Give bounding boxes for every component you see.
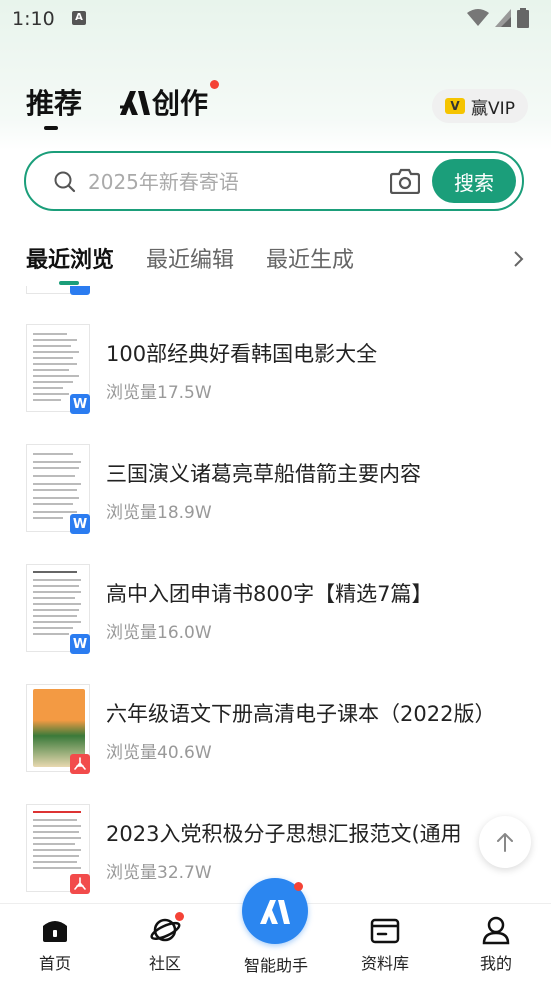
nav-library[interactable]: 资料库 (345, 904, 425, 974)
notification-dot (175, 912, 184, 921)
ai-logo-icon (120, 91, 151, 115)
document-views: 浏览量18.9W (106, 503, 212, 523)
nav-community-label: 社区 (148, 954, 181, 973)
document-title: 100部经典好看韩国电影大全 (106, 342, 378, 366)
folder-icon (369, 914, 401, 946)
word-doc-icon: W (70, 394, 90, 414)
nav-ai-assistant[interactable]: 智能助手 (236, 948, 316, 976)
search-icon (54, 171, 76, 193)
list-item[interactable]: W 100部经典好看韩国电影大全 浏览量17.5W (0, 324, 551, 424)
profile-icon (480, 914, 512, 946)
tab-recommend[interactable]: 推荐 (26, 82, 83, 130)
nav-profile-label: 我的 (479, 954, 512, 973)
notification-dot (294, 882, 303, 891)
signal-icon (495, 9, 511, 27)
tab-active-indicator (44, 126, 58, 130)
nav-profile[interactable]: 我的 (456, 904, 536, 974)
planet-icon (149, 912, 184, 946)
status-indicators (467, 8, 529, 28)
home-icon (39, 914, 71, 946)
vip-label: 赢VIP (471, 98, 515, 119)
battery-icon (517, 8, 529, 28)
ai-assistant-icon (260, 900, 290, 924)
sub-tab-active-indicator (59, 281, 79, 285)
arrow-up-icon (497, 833, 513, 852)
list-item[interactable]: 六年级语文下册高清电子课本（2022版） 浏览量40.6W (0, 684, 551, 784)
chevron-right-icon[interactable] (512, 249, 526, 269)
nav-home[interactable]: 首页 (15, 904, 95, 974)
header-tabs: 推荐 创作 (26, 80, 220, 130)
previous-item-fragment (26, 286, 92, 296)
tab-create-label: 创作 (152, 87, 209, 120)
document-title: 2023入党积极分子思想汇报范文(通用 (106, 822, 462, 846)
recent-documents-list: W 100部经典好看韩国电影大全 浏览量17.5W W 三国演义诸葛亮草船借箭主… (0, 286, 551, 900)
pdf-icon (70, 754, 90, 774)
document-views: 浏览量16.0W (106, 623, 212, 643)
pdf-icon (70, 874, 90, 894)
document-title: 高中入团申请书800字【精选7篇】 (106, 582, 433, 606)
search-input[interactable] (86, 164, 380, 200)
document-views: 浏览量40.6W (106, 743, 212, 763)
notification-icon: A (72, 11, 86, 25)
document-title: 六年级语文下册高清电子课本（2022版） (106, 702, 496, 726)
status-time: 1:10 (12, 8, 55, 30)
camera-icon[interactable] (390, 168, 420, 194)
tab-recent-generate[interactable]: 最近生成 (266, 242, 354, 274)
vip-button[interactable]: V 赢VIP (432, 89, 528, 123)
ai-assistant-button[interactable] (242, 878, 308, 944)
notification-dot (210, 80, 220, 89)
tab-create[interactable]: 创作 (118, 80, 220, 122)
wifi-icon (467, 9, 489, 26)
status-bar: 1:10 A (0, 0, 551, 38)
vip-icon: V (445, 98, 466, 114)
word-doc-icon: W (70, 634, 90, 654)
tab-recent-edit[interactable]: 最近编辑 (146, 242, 234, 274)
nav-home-label: 首页 (38, 954, 71, 973)
scroll-to-top-button[interactable] (479, 816, 531, 868)
list-item[interactable]: W 高中入团申请书800字【精选7篇】 浏览量16.0W (0, 564, 551, 664)
nav-library-label: 资料库 (360, 954, 409, 973)
search-button[interactable]: 搜索 (432, 159, 516, 203)
tab-recommend-label: 推荐 (26, 87, 83, 120)
nav-ai-assistant-label: 智能助手 (243, 956, 308, 975)
search-bar: 搜索 (24, 151, 524, 211)
document-views: 浏览量32.7W (106, 863, 212, 883)
list-item[interactable]: W 三国演义诸葛亮草船借箭主要内容 浏览量18.9W (0, 444, 551, 544)
document-title: 三国演义诸葛亮草船借箭主要内容 (106, 462, 421, 486)
document-views: 浏览量17.5W (106, 383, 212, 403)
tab-recent-browse[interactable]: 最近浏览 (26, 242, 114, 274)
word-doc-icon: W (70, 514, 90, 534)
nav-community[interactable]: 社区 (125, 904, 205, 974)
history-tabs: 最近浏览 最近编辑 最近生成 (26, 242, 354, 274)
